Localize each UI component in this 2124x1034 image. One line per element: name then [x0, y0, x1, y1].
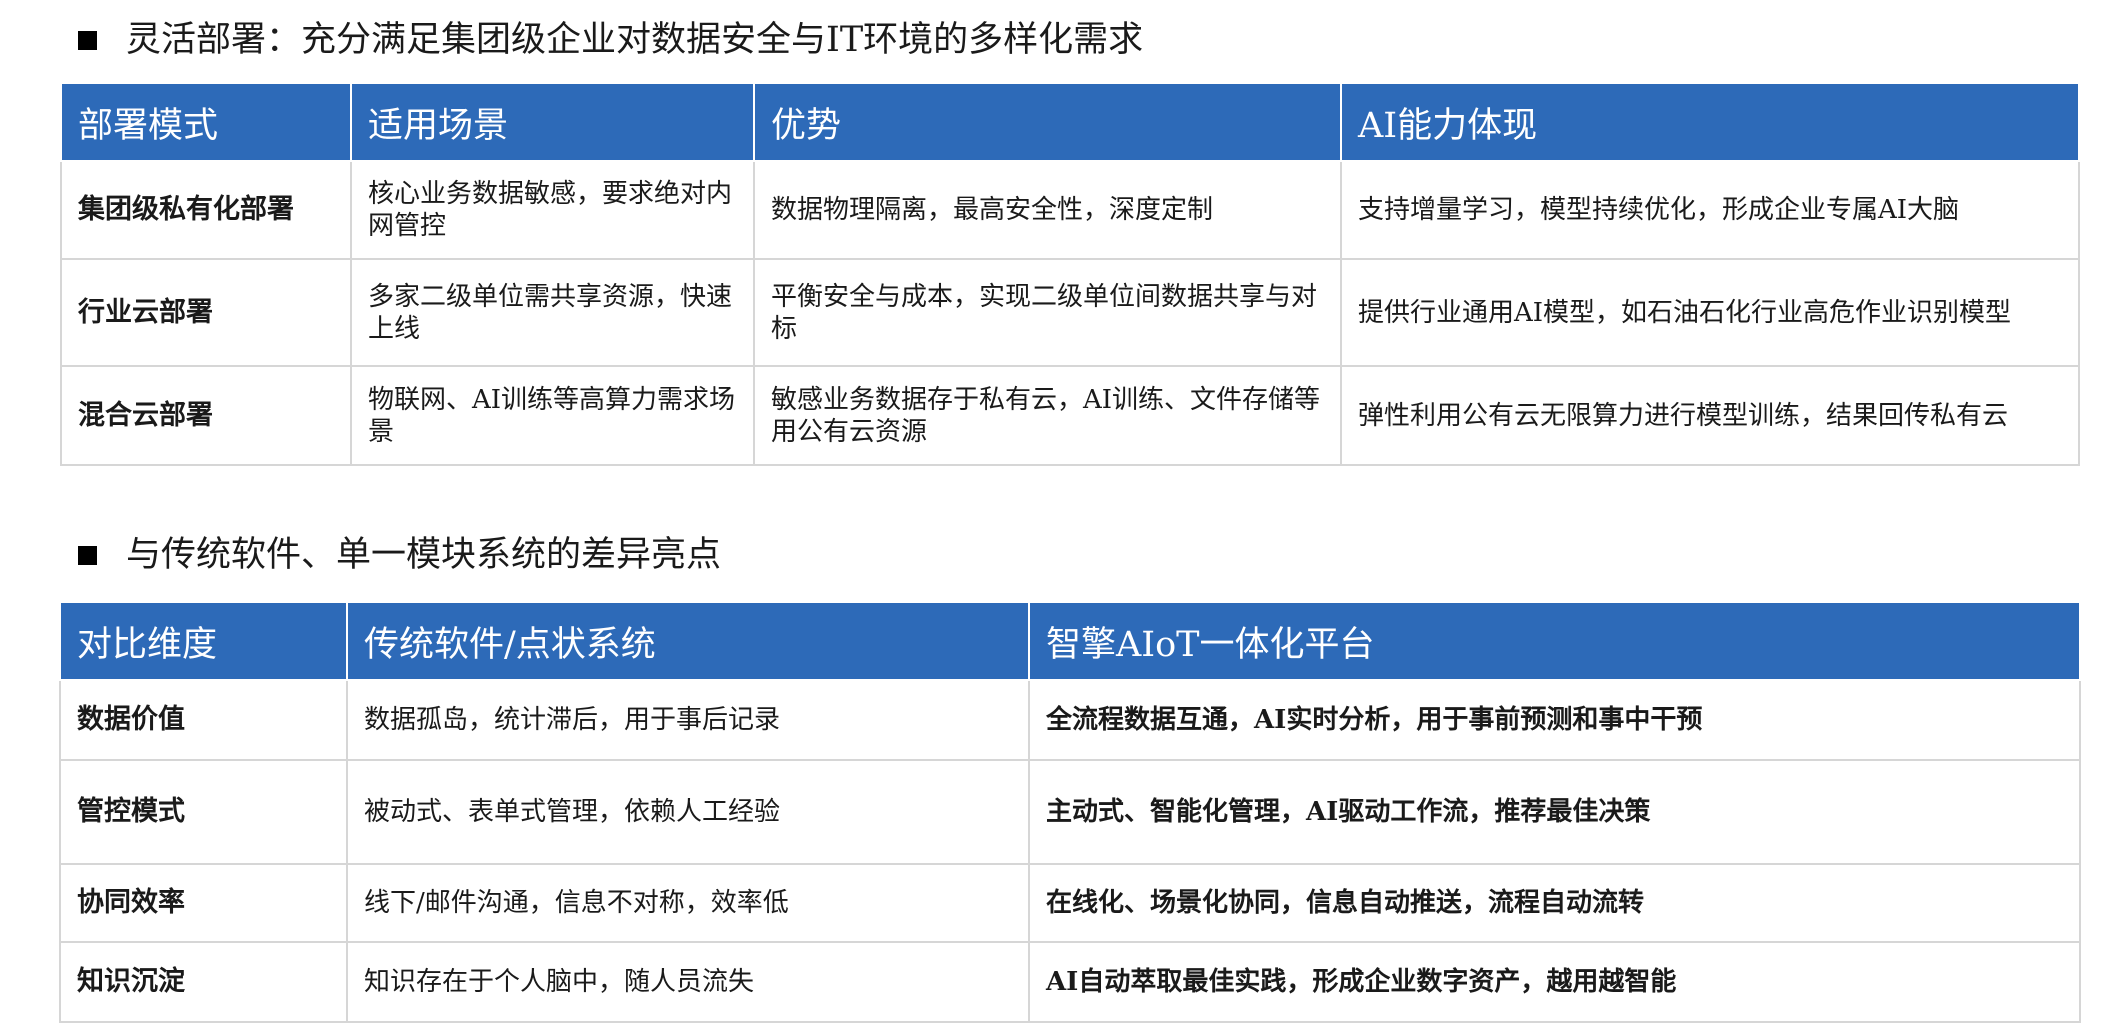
table-cell: 数据孤岛，统计滞后，用于事后记录	[346, 679, 1030, 761]
square-bullet-icon	[78, 545, 97, 565]
column-header-deployment-mode: 部署模式	[60, 82, 352, 162]
table-cell: 平衡安全与成本，实现二级单位间数据共享与对标	[753, 258, 1342, 367]
table-row: 混合云部署 物联网、AI训练等高算力需求场景 敏感业务数据存于私有云，AI训练、…	[60, 365, 2080, 466]
square-bullet-icon	[78, 30, 97, 50]
table-row: 管控模式 被动式、表单式管理，依赖人工经验 主动式、智能化管理，AI驱动工作流，…	[59, 759, 2081, 865]
column-header-dimension: 对比维度	[59, 601, 348, 681]
table-cell-highlight: 全流程数据互通，AI实时分析，用于事前预测和事中干预	[1028, 679, 2081, 761]
table-cell: 弹性利用公有云无限算力进行模型训练，结果回传私有云	[1340, 365, 2080, 466]
table-cell-highlight: 主动式、智能化管理，AI驱动工作流，推荐最佳决策	[1028, 759, 2081, 865]
row-label: 混合云部署	[60, 365, 352, 466]
table-cell: 被动式、表单式管理，依赖人工经验	[346, 759, 1030, 865]
row-label: 数据价值	[59, 679, 348, 761]
table-row: 协同效率 线下/邮件沟通，信息不对称，效率低 在线化、场景化协同，信息自动推送，…	[59, 863, 2081, 943]
column-header-advantage: 优势	[753, 82, 1342, 162]
section-heading-text: 灵活部署：充分满足集团级企业对数据安全与IT环境的多样化需求	[126, 20, 1144, 60]
row-label: 行业云部署	[60, 258, 352, 367]
row-label: 集团级私有化部署	[60, 160, 352, 260]
table-row: 集团级私有化部署 核心业务数据敏感，要求绝对内网管控 数据物理隔离，最高安全性，…	[60, 160, 2080, 260]
row-label: 管控模式	[59, 759, 348, 865]
section-heading-deployment: 灵活部署：充分满足集团级企业对数据安全与IT环境的多样化需求	[78, 20, 1143, 60]
column-header-scenario: 适用场景	[350, 82, 755, 162]
section-heading-text: 与传统软件、单一模块系统的差异亮点	[126, 535, 722, 575]
deployment-table: 部署模式 适用场景 优势 AI能力体现 集团级私有化部署 核心业务数据敏感，要求…	[60, 82, 2080, 466]
table-row: 行业云部署 多家二级单位需共享资源，快速上线 平衡安全与成本，实现二级单位间数据…	[60, 258, 2080, 367]
column-header-ai-capability: AI能力体现	[1340, 82, 2080, 162]
table-cell: 多家二级单位需共享资源，快速上线	[350, 258, 755, 367]
row-label: 协同效率	[59, 863, 348, 943]
table-cell: 线下/邮件沟通，信息不对称，效率低	[346, 863, 1030, 943]
comparison-table: 对比维度 传统软件/点状系统 智擎AIoT一体化平台 数据价值 数据孤岛，统计滞…	[59, 601, 2081, 1023]
table-cell: 敏感业务数据存于私有云，AI训练、文件存储等用公有云资源	[753, 365, 1342, 466]
table-cell-highlight: 在线化、场景化协同，信息自动推送，流程自动流转	[1028, 863, 2081, 943]
document-page: 灵活部署：充分满足集团级企业对数据安全与IT环境的多样化需求 部署模式 适用场景…	[0, 0, 2124, 1034]
table-cell: 核心业务数据敏感，要求绝对内网管控	[350, 160, 755, 260]
column-header-traditional: 传统软件/点状系统	[346, 601, 1030, 681]
table-header-row: 对比维度 传统软件/点状系统 智擎AIoT一体化平台	[59, 601, 2081, 681]
section-heading-comparison: 与传统软件、单一模块系统的差异亮点	[78, 535, 721, 575]
table-cell: 知识存在于个人脑中，随人员流失	[346, 941, 1030, 1023]
table-cell: 数据物理隔离，最高安全性，深度定制	[753, 160, 1342, 260]
table-cell-highlight: AI自动萃取最佳实践，形成企业数字资产，越用越智能	[1028, 941, 2081, 1023]
table-cell: 物联网、AI训练等高算力需求场景	[350, 365, 755, 466]
table-cell: 支持增量学习，模型持续优化，形成企业专属AI大脑	[1340, 160, 2080, 260]
table-cell: 提供行业通用AI模型，如石油石化行业高危作业识别模型	[1340, 258, 2080, 367]
table-header-row: 部署模式 适用场景 优势 AI能力体现	[60, 82, 2080, 162]
row-label: 知识沉淀	[59, 941, 348, 1023]
table-row: 知识沉淀 知识存在于个人脑中，随人员流失 AI自动萃取最佳实践，形成企业数字资产…	[59, 941, 2081, 1023]
column-header-platform: 智擎AIoT一体化平台	[1028, 601, 2081, 681]
table-row: 数据价值 数据孤岛，统计滞后，用于事后记录 全流程数据互通，AI实时分析，用于事…	[59, 679, 2081, 761]
